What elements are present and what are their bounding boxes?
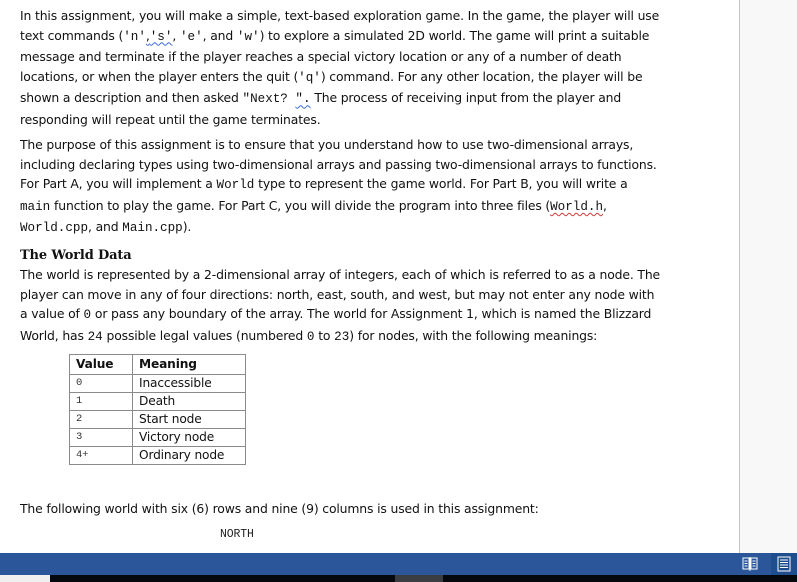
cell-meaning: Start node bbox=[132, 410, 246, 429]
code-count: 24 bbox=[87, 329, 103, 344]
code-w: 'w' bbox=[236, 29, 260, 44]
text-run: ) for nodes, with the following meanings… bbox=[349, 327, 598, 343]
text-run: , and bbox=[202, 27, 237, 43]
code-next-prompt: "Next? bbox=[242, 92, 296, 107]
print-layout-icon bbox=[777, 556, 791, 572]
taskbar bbox=[0, 575, 797, 582]
table-row: 1 Death bbox=[69, 392, 246, 411]
code-s: 's' bbox=[149, 29, 173, 44]
cell-value: 1 bbox=[69, 392, 133, 411]
text-run: , and bbox=[88, 219, 123, 235]
table-row: 4+ Ordinary node bbox=[69, 446, 246, 465]
cell-value: 4+ bbox=[69, 446, 133, 465]
paragraph-world-size: The following world with six (6) rows an… bbox=[20, 501, 539, 516]
status-bar bbox=[0, 553, 797, 575]
cell-meaning: Ordinary node bbox=[132, 446, 246, 465]
cell-meaning: Death bbox=[132, 392, 246, 411]
text-run: ). bbox=[182, 219, 192, 235]
cell-value: 3 bbox=[69, 428, 133, 447]
text-run: , bbox=[603, 197, 607, 213]
table-row: 2 Start node bbox=[69, 410, 246, 429]
table-header-row: Value Meaning bbox=[69, 354, 246, 375]
grammar-flag[interactable]: ,'s' bbox=[146, 28, 173, 44]
text-run: possible legal values (numbered bbox=[102, 327, 307, 343]
grammar-flag[interactable]: ". bbox=[295, 92, 310, 106]
read-mode-icon bbox=[742, 557, 758, 571]
code-main: main bbox=[20, 199, 51, 214]
code-world-type: World bbox=[216, 178, 255, 193]
text-run: function to play the game. For Part C, y… bbox=[50, 197, 551, 213]
table-row: 3 Victory node bbox=[69, 428, 246, 447]
text-run: to bbox=[314, 327, 335, 343]
text-run: type to represent the game world. For Pa… bbox=[254, 176, 628, 192]
code-q: 'q' bbox=[298, 70, 321, 85]
code-n: 'n' bbox=[123, 29, 146, 44]
value-meaning-table: Value Meaning 0 Inaccessible 1 Death 2 S… bbox=[69, 354, 246, 465]
header-value: Value bbox=[69, 354, 133, 375]
cell-value: 2 bbox=[69, 410, 133, 429]
cell-meaning: Victory node bbox=[132, 428, 246, 447]
paragraph-intro: In this assignment, you will make a simp… bbox=[20, 6, 660, 130]
read-mode-button[interactable] bbox=[742, 556, 758, 572]
paragraph-world-data: The world is represented by a 2-dimensio… bbox=[20, 265, 660, 347]
code-world-cpp: World.cpp bbox=[20, 221, 89, 236]
code-zero: 0 bbox=[83, 308, 92, 323]
print-layout-button[interactable] bbox=[771, 553, 797, 575]
code-hi: 23 bbox=[334, 329, 350, 344]
taskbar-start-area[interactable] bbox=[0, 575, 50, 582]
code-world-h[interactable]: World.h bbox=[550, 200, 603, 214]
map-label-north: NORTH bbox=[220, 528, 254, 541]
taskbar-active-app[interactable] bbox=[395, 575, 443, 582]
document-page[interactable]: In this assignment, you will make a simp… bbox=[0, 0, 739, 553]
table-row: 0 Inaccessible bbox=[69, 374, 246, 393]
code-e: 'e' bbox=[179, 29, 203, 44]
cell-meaning: Inaccessible bbox=[132, 374, 246, 393]
section-heading: The World Data bbox=[20, 248, 132, 263]
header-meaning: Meaning bbox=[132, 354, 246, 375]
page-margin-area bbox=[739, 0, 797, 553]
code-main-cpp: Main.cpp bbox=[122, 221, 183, 236]
cell-value: 0 bbox=[69, 374, 133, 393]
text-run: , bbox=[172, 27, 180, 43]
paragraph-purpose: The purpose of this assignment is to ens… bbox=[20, 135, 660, 239]
